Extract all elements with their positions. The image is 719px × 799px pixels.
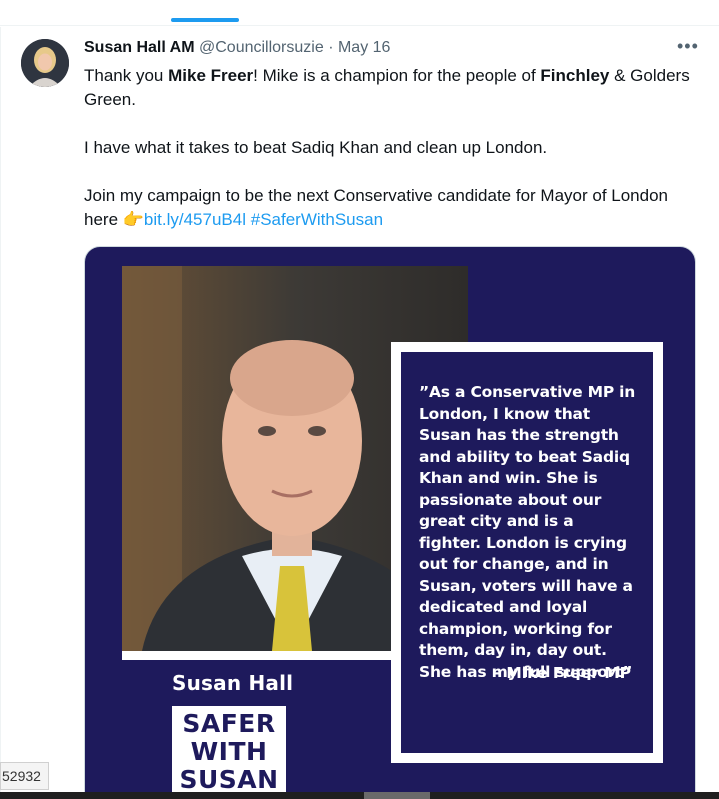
campaign-link[interactable]: bit.ly/457uB4l	[144, 210, 246, 229]
tweet-paragraph-2: I have what it takes to beat Sadiq Khan …	[84, 138, 548, 157]
tweet-header: Susan Hall AM @Councillorsuzie · May 16	[84, 38, 390, 58]
logo-line: SAFER	[182, 709, 276, 738]
horizontal-scrollbar[interactable]	[0, 792, 719, 799]
hashtag-link[interactable]: #SaferWithSusan	[251, 210, 383, 229]
quote-attribution: - Mike Freer MP	[494, 664, 631, 682]
logo-line: SUSAN	[179, 765, 279, 794]
logo-line: WITH	[190, 737, 268, 766]
more-options-icon[interactable]: •••	[677, 36, 699, 57]
safer-with-susan-logo: SAFER WITH SUSAN	[172, 706, 286, 799]
tab-bar	[0, 0, 719, 26]
avatar[interactable]	[21, 39, 69, 87]
active-tab-indicator	[171, 18, 239, 22]
author-name[interactable]: Susan Hall AM	[84, 39, 195, 56]
bold-finchley: Finchley	[540, 66, 610, 85]
scrollbar-thumb[interactable]	[364, 792, 430, 799]
tweet-paragraph-3: Join my campaign to be the next Conserva…	[84, 184, 694, 232]
side-tag: 52932	[0, 762, 49, 790]
text-segment: Thank you	[84, 66, 169, 85]
author-handle[interactable]: @Councillorsuzie	[199, 39, 324, 56]
endorsement-quote: ”As a Conservative MP in London, I know …	[419, 383, 636, 681]
tweet-media-image[interactable]: ”As a Conservative MP in London, I know …	[84, 246, 696, 799]
candidate-name: Susan Hall	[172, 671, 294, 695]
bold-mike-freer: Mike Freer	[168, 66, 254, 85]
quote-frame: ”As a Conservative MP in London, I know …	[391, 342, 663, 763]
tweet-date[interactable]: May 16	[338, 39, 390, 56]
tweet-paragraph-1: Thank you Mike Freer! Mike is a champion…	[84, 64, 694, 112]
quote-box: ”As a Conservative MP in London, I know …	[401, 352, 653, 753]
text-segment: ! Mike is a champion for the people of	[253, 66, 541, 85]
separator: ·	[328, 39, 334, 56]
pointing-hand-icon: 👉	[122, 210, 144, 229]
tweet-text: Thank you Mike Freer! Mike is a champion…	[84, 64, 694, 232]
